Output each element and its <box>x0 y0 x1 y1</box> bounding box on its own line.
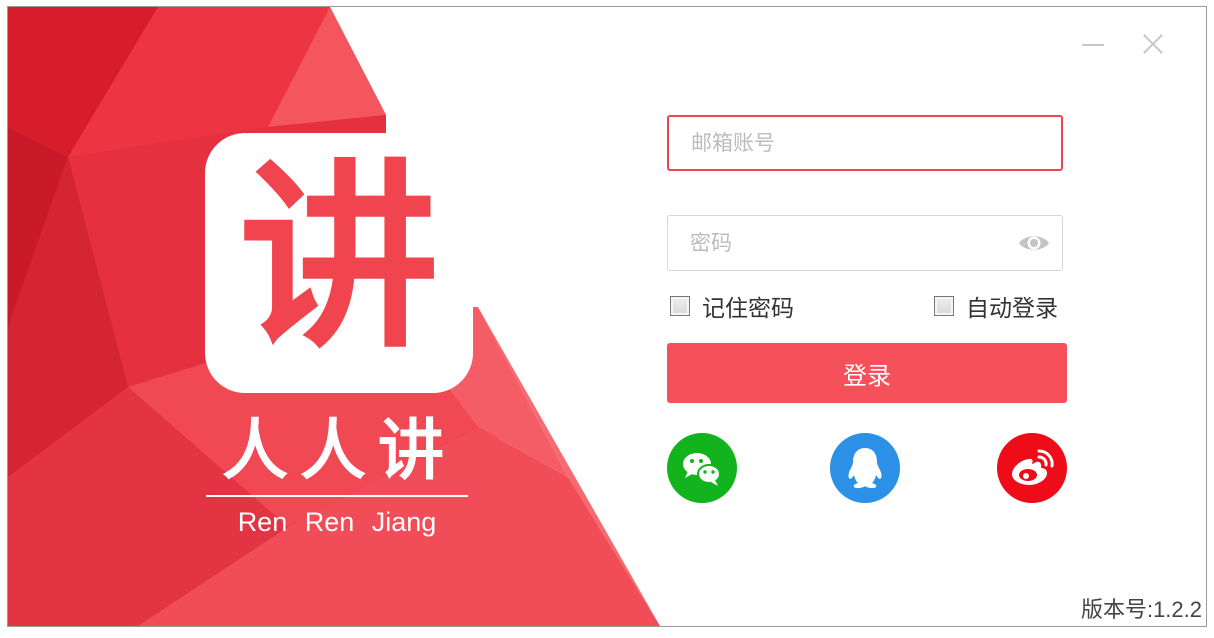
auto-login-option[interactable]: 自动登录 <box>934 289 1058 323</box>
logo-box: 讲 <box>205 133 473 393</box>
qq-icon <box>848 448 882 489</box>
login-button[interactable]: 登录 <box>667 343 1067 403</box>
brand-panel: 讲 人人讲 Ren Ren Jiang <box>8 7 708 626</box>
password-field[interactable] <box>667 215 1063 271</box>
brand-subtitle: Ren Ren Jiang <box>237 507 437 537</box>
minimize-icon[interactable] <box>1078 29 1108 59</box>
eye-icon[interactable] <box>1018 232 1050 254</box>
auto-login-checkbox[interactable] <box>934 296 954 316</box>
wechat-icon <box>683 453 721 486</box>
auto-login-label: 自动登录 <box>966 296 1058 322</box>
wechat-login-button[interactable] <box>667 433 737 503</box>
email-input[interactable] <box>691 117 1011 169</box>
login-window: 讲 人人讲 Ren Ren Jiang 记住密码 自动登录 登录 <box>7 6 1207 627</box>
brand-divider <box>206 495 468 497</box>
remember-password-checkbox[interactable] <box>670 296 690 316</box>
brand-name: 人人讲 <box>222 412 456 489</box>
logo-character: 讲 <box>238 143 439 376</box>
remember-password-label: 记住密码 <box>702 296 794 322</box>
password-input[interactable] <box>690 216 1010 270</box>
qq-login-button[interactable] <box>830 433 900 503</box>
weibo-login-button[interactable] <box>997 433 1067 503</box>
email-field[interactable] <box>667 115 1063 171</box>
close-icon[interactable] <box>1138 29 1168 59</box>
version-label: 版本号:1.2.2 <box>1080 597 1202 622</box>
remember-password-option[interactable]: 记住密码 <box>670 289 794 323</box>
weibo-icon <box>1012 449 1054 485</box>
